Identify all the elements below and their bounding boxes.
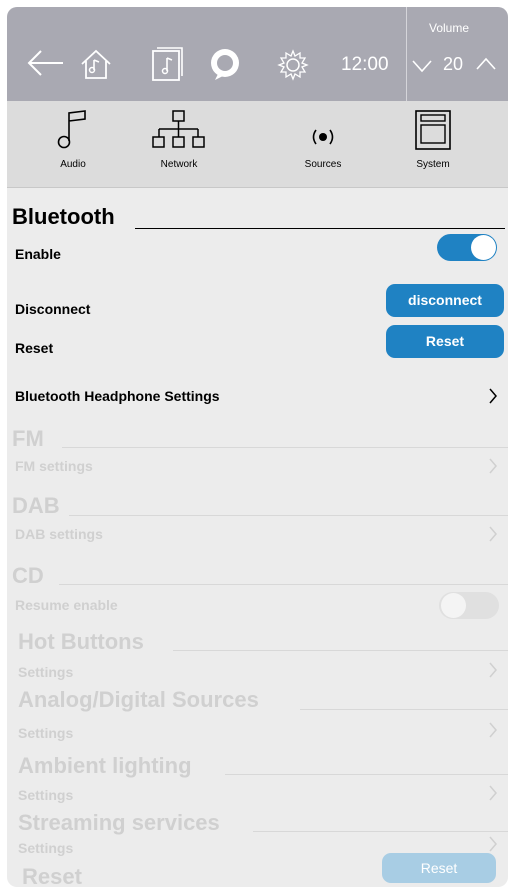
bluetooth-reset-button[interactable]: Reset [386,325,504,358]
tab-network[interactable]: Network [139,109,219,170]
analog-digital-header-line [300,709,508,710]
music-note-icon [57,110,86,149]
resume-enable-toggle [439,592,499,619]
tab-network-label: Network [160,159,198,170]
toggle-knob [471,235,496,260]
bluetooth-enable-toggle[interactable] [437,234,497,261]
cd-header-line [59,584,508,585]
fm-header-line [62,447,508,448]
ambient-lighting-header-line [225,774,508,775]
topbar-divider [406,7,407,101]
hot-buttons-title: Hot Buttons [18,629,144,654]
fm-title: FM [12,426,44,451]
tab-audio-label: Audio [60,159,86,170]
dab-settings-label: DAB settings [15,526,103,542]
tab-audio[interactable]: Audio [33,109,113,170]
home-icon[interactable] [79,47,113,86]
tab-system[interactable]: System [393,109,473,170]
settings-gear-icon[interactable] [277,49,309,86]
chevron-right-icon [488,721,498,744]
toggle-knob [441,593,466,618]
volume-up-icon[interactable] [475,57,497,76]
volume-value: 20 [443,54,464,74]
streaming-header-line [253,831,508,832]
chevron-right-icon [488,784,498,807]
chevron-right-icon [488,525,498,548]
chevron-right-icon [488,457,498,480]
headphone-settings-label[interactable]: Bluetooth Headphone Settings [15,388,220,404]
analog-digital-settings-label: Settings [18,725,74,741]
tab-system-label: System [416,159,450,170]
bluetooth-title: Bluetooth [12,204,115,229]
tab-sources[interactable]: Sources [283,123,363,170]
enable-label: Enable [15,246,61,262]
hot-buttons-header-line [173,650,508,651]
clock: 12:00 [341,54,389,75]
ambient-settings-label: Settings [18,787,74,803]
top-bar: 12:00 Volume 20 [7,7,508,101]
tab-sources-label: Sources [304,159,342,170]
music-source-icon[interactable] [151,47,183,86]
bluetooth-header: Bluetooth [12,204,115,230]
reset-all-button: Reset [382,853,496,883]
app-frame: 12:00 Volume 20 Audio Network Sources Sy… [7,7,508,887]
volume-down-icon[interactable] [411,59,433,78]
analog-digital-title: Analog/Digital Sources [18,687,259,712]
category-bar: Audio Network Sources System [7,101,508,188]
disconnect-button[interactable]: disconnect [386,284,504,317]
resume-enable-label: Resume enable [15,597,118,613]
streaming-services-title: Streaming services [18,810,220,835]
dab-header-line [69,515,508,516]
streaming-settings-label: Settings [18,840,74,856]
fm-settings-label: FM settings [15,458,93,474]
sources-icon [312,129,334,145]
system-icon [415,110,451,150]
dab-title: DAB [12,493,60,518]
reset-label: Reset [15,340,54,356]
reset-section-title: Reset [22,864,82,887]
cd-title: CD [12,563,44,588]
chevron-right-icon[interactable] [488,387,498,410]
chevron-right-icon [488,661,498,684]
volume-label: Volume [429,21,470,35]
ambient-lighting-title: Ambient lighting [18,753,192,778]
bluetooth-header-line [135,228,505,229]
network-icon [152,110,205,148]
alexa-icon[interactable] [208,47,242,86]
hot-buttons-settings-label: Settings [18,664,74,680]
disconnect-label: Disconnect [15,301,91,317]
back-arrow-icon[interactable] [25,47,65,84]
